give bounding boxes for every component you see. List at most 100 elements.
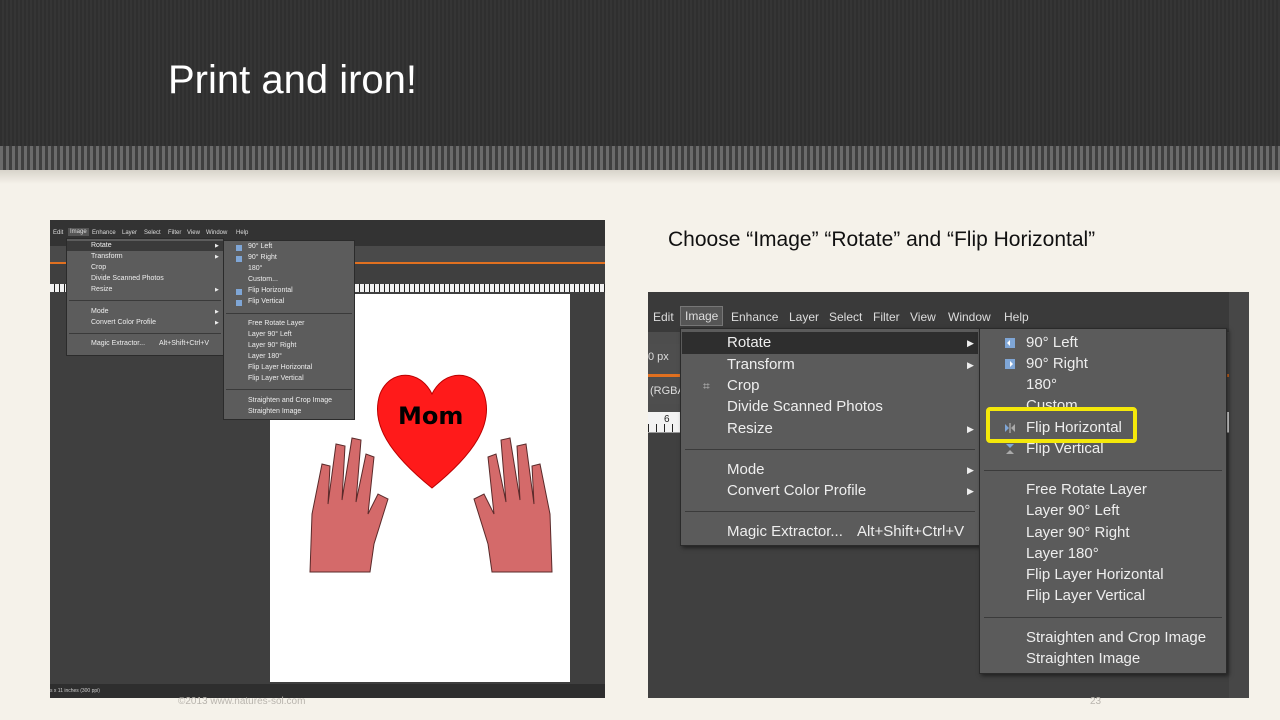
menu-image[interactable]: Image: [68, 228, 89, 236]
submenu-arrow-icon: ▶: [967, 360, 974, 370]
submenu-item-90-right[interactable]: 90° Right: [1026, 355, 1088, 372]
document-size-status: s x 11 inches (300 ppi): [50, 688, 100, 694]
options-value: 0 px: [648, 351, 669, 363]
menu-enhance[interactable]: Enhance: [92, 230, 116, 236]
submenu-item-layer-90-right[interactable]: Layer 90° Right: [1026, 524, 1130, 541]
left-screenshot: Edit Image Enhance Layer Select Filter V…: [50, 220, 605, 698]
submenu-item-layer-180[interactable]: Layer 180°: [1026, 545, 1099, 562]
menu-layer[interactable]: Layer: [122, 230, 137, 236]
submenu-item-straighten-crop[interactable]: Straighten and Crop Image: [248, 397, 332, 404]
menu-item-transform[interactable]: Transform: [727, 356, 795, 373]
submenu-item-custom[interactable]: Custom...: [248, 276, 278, 283]
menu-separator: [69, 333, 221, 334]
menu-item-magic-extractor[interactable]: Magic Extractor...: [91, 340, 145, 347]
submenu-item-straighten-crop[interactable]: Straighten and Crop Image: [1026, 629, 1206, 646]
submenu-item-free-rotate-layer[interactable]: Free Rotate Layer: [1026, 481, 1147, 498]
slide-title: Print and iron!: [168, 58, 418, 102]
submenu-item-layer-90-left[interactable]: Layer 90° Left: [1026, 502, 1120, 519]
menu-separator: [69, 300, 221, 301]
submenu-item-layer-90-left[interactable]: Layer 90° Left: [248, 331, 292, 338]
submenu-item-layer-180[interactable]: Layer 180°: [248, 353, 282, 360]
flip-vertical-icon: [1006, 444, 1014, 454]
shortcut-label: Alt+Shift+Ctrl+V: [857, 523, 965, 540]
submenu-item-180[interactable]: 180°: [1026, 376, 1057, 393]
menu-filter[interactable]: Filter: [873, 310, 900, 324]
submenu-arrow-icon: ▶: [215, 243, 219, 249]
submenu-arrow-icon: ▶: [967, 465, 974, 475]
menu-help[interactable]: Help: [1004, 310, 1029, 324]
submenu-item-flip-layer-horizontal[interactable]: Flip Layer Horizontal: [248, 364, 312, 371]
flip-vertical-icon: [236, 300, 242, 306]
mom-text: Mom: [398, 402, 463, 430]
submenu-arrow-icon: ▶: [967, 486, 974, 496]
menu-enhance[interactable]: Enhance: [731, 310, 778, 324]
rotate-right-icon: [236, 256, 242, 262]
menu-item-divide-scanned-photos[interactable]: Divide Scanned Photos: [91, 275, 164, 282]
submenu-item-flip-layer-vertical[interactable]: Flip Layer Vertical: [1026, 587, 1145, 604]
submenu-item-flip-vertical[interactable]: Flip Vertical: [248, 298, 284, 305]
menu-edit[interactable]: Edit: [653, 310, 674, 324]
submenu-item-flip-layer-vertical[interactable]: Flip Layer Vertical: [248, 375, 304, 382]
rotate-submenu: 90° Left 90° Right 180° Custom... Flip H…: [979, 328, 1227, 674]
image-menu-dropdown: Rotate ▶ Transform ▶ ⌗ Crop Divide Scann…: [680, 328, 980, 546]
menu-separator: [226, 313, 352, 314]
slide-footer: ©2013 www.natures-sol.com: [178, 696, 306, 707]
submenu-arrow-icon: ▶: [967, 424, 974, 434]
submenu-arrow-icon: ▶: [215, 254, 219, 260]
menu-item-convert-color-profile[interactable]: Convert Color Profile: [91, 319, 156, 326]
menu-image[interactable]: Image: [680, 306, 724, 326]
panel-edge: [1229, 292, 1249, 698]
submenu-item-flip-horizontal[interactable]: Flip Horizontal: [248, 287, 293, 294]
submenu-item-straighten-image[interactable]: Straighten Image: [248, 408, 301, 415]
rotate-left-icon: [1005, 338, 1015, 348]
menu-item-convert-color-profile[interactable]: Convert Color Profile: [727, 482, 866, 499]
menu-separator: [226, 389, 352, 390]
rotate-submenu: 90° Left 90° Right 180° Custom... Flip H…: [223, 240, 355, 420]
menu-item-transform[interactable]: Transform: [91, 253, 123, 260]
menu-help[interactable]: Help: [236, 230, 248, 236]
menu-window[interactable]: Window: [206, 230, 227, 236]
menu-bar: Edit Image Enhance Layer Select Filter V…: [648, 292, 1249, 332]
submenu-arrow-icon: ▶: [215, 287, 219, 293]
rotate-left-icon: [236, 245, 242, 251]
submenu-arrow-icon: ▶: [967, 338, 974, 348]
submenu-item-flip-layer-horizontal[interactable]: Flip Layer Horizontal: [1026, 566, 1164, 583]
menu-item-rotate[interactable]: Rotate: [91, 242, 112, 249]
flip-horizontal-icon: [236, 289, 242, 295]
slide-caption: Choose “Image” “Rotate” and “Flip Horizo…: [668, 228, 1096, 251]
submenu-arrow-icon: ▶: [215, 309, 219, 315]
submenu-item-free-rotate-layer[interactable]: Free Rotate Layer: [248, 320, 304, 327]
menu-window[interactable]: Window: [948, 310, 991, 324]
menu-select[interactable]: Select: [829, 310, 862, 324]
menu-item-resize[interactable]: Resize: [91, 286, 112, 293]
page-number: 23: [1090, 696, 1102, 707]
menu-item-mode[interactable]: Mode: [727, 461, 765, 478]
menu-item-resize[interactable]: Resize: [727, 420, 773, 437]
menu-filter[interactable]: Filter: [168, 230, 181, 236]
submenu-item-90-left[interactable]: 90° Left: [248, 243, 272, 250]
menu-separator: [984, 470, 1222, 471]
shortcut-label: Alt+Shift+Ctrl+V: [159, 340, 209, 347]
menu-view[interactable]: View: [910, 310, 936, 324]
submenu-item-90-right[interactable]: 90° Right: [248, 254, 277, 261]
crop-icon: ⌗: [703, 379, 710, 393]
menu-item-divide-scanned-photos[interactable]: Divide Scanned Photos: [727, 398, 883, 415]
rotate-right-icon: [1005, 359, 1015, 369]
menu-item-mode[interactable]: Mode: [91, 308, 109, 315]
image-menu-dropdown: Rotate ▶ Transform ▶ Crop Divide Scanned…: [66, 238, 224, 356]
menu-select[interactable]: Select: [144, 230, 161, 236]
menu-layer[interactable]: Layer: [789, 310, 819, 324]
menu-item-magic-extractor[interactable]: Magic Extractor...: [727, 523, 843, 540]
highlight-box: [986, 407, 1137, 443]
submenu-item-90-left[interactable]: 90° Left: [1026, 334, 1078, 351]
submenu-item-180[interactable]: 180°: [248, 265, 262, 272]
submenu-item-straighten-image[interactable]: Straighten Image: [1026, 650, 1140, 667]
menu-item-crop[interactable]: Crop: [91, 264, 106, 271]
menu-separator: [685, 449, 975, 450]
submenu-item-layer-90-right[interactable]: Layer 90° Right: [248, 342, 296, 349]
menu-separator: [984, 617, 1222, 618]
menu-edit[interactable]: Edit: [53, 230, 63, 236]
menu-item-crop[interactable]: Crop: [727, 377, 760, 394]
menu-view[interactable]: View: [187, 230, 200, 236]
menu-item-rotate[interactable]: Rotate: [727, 334, 771, 351]
